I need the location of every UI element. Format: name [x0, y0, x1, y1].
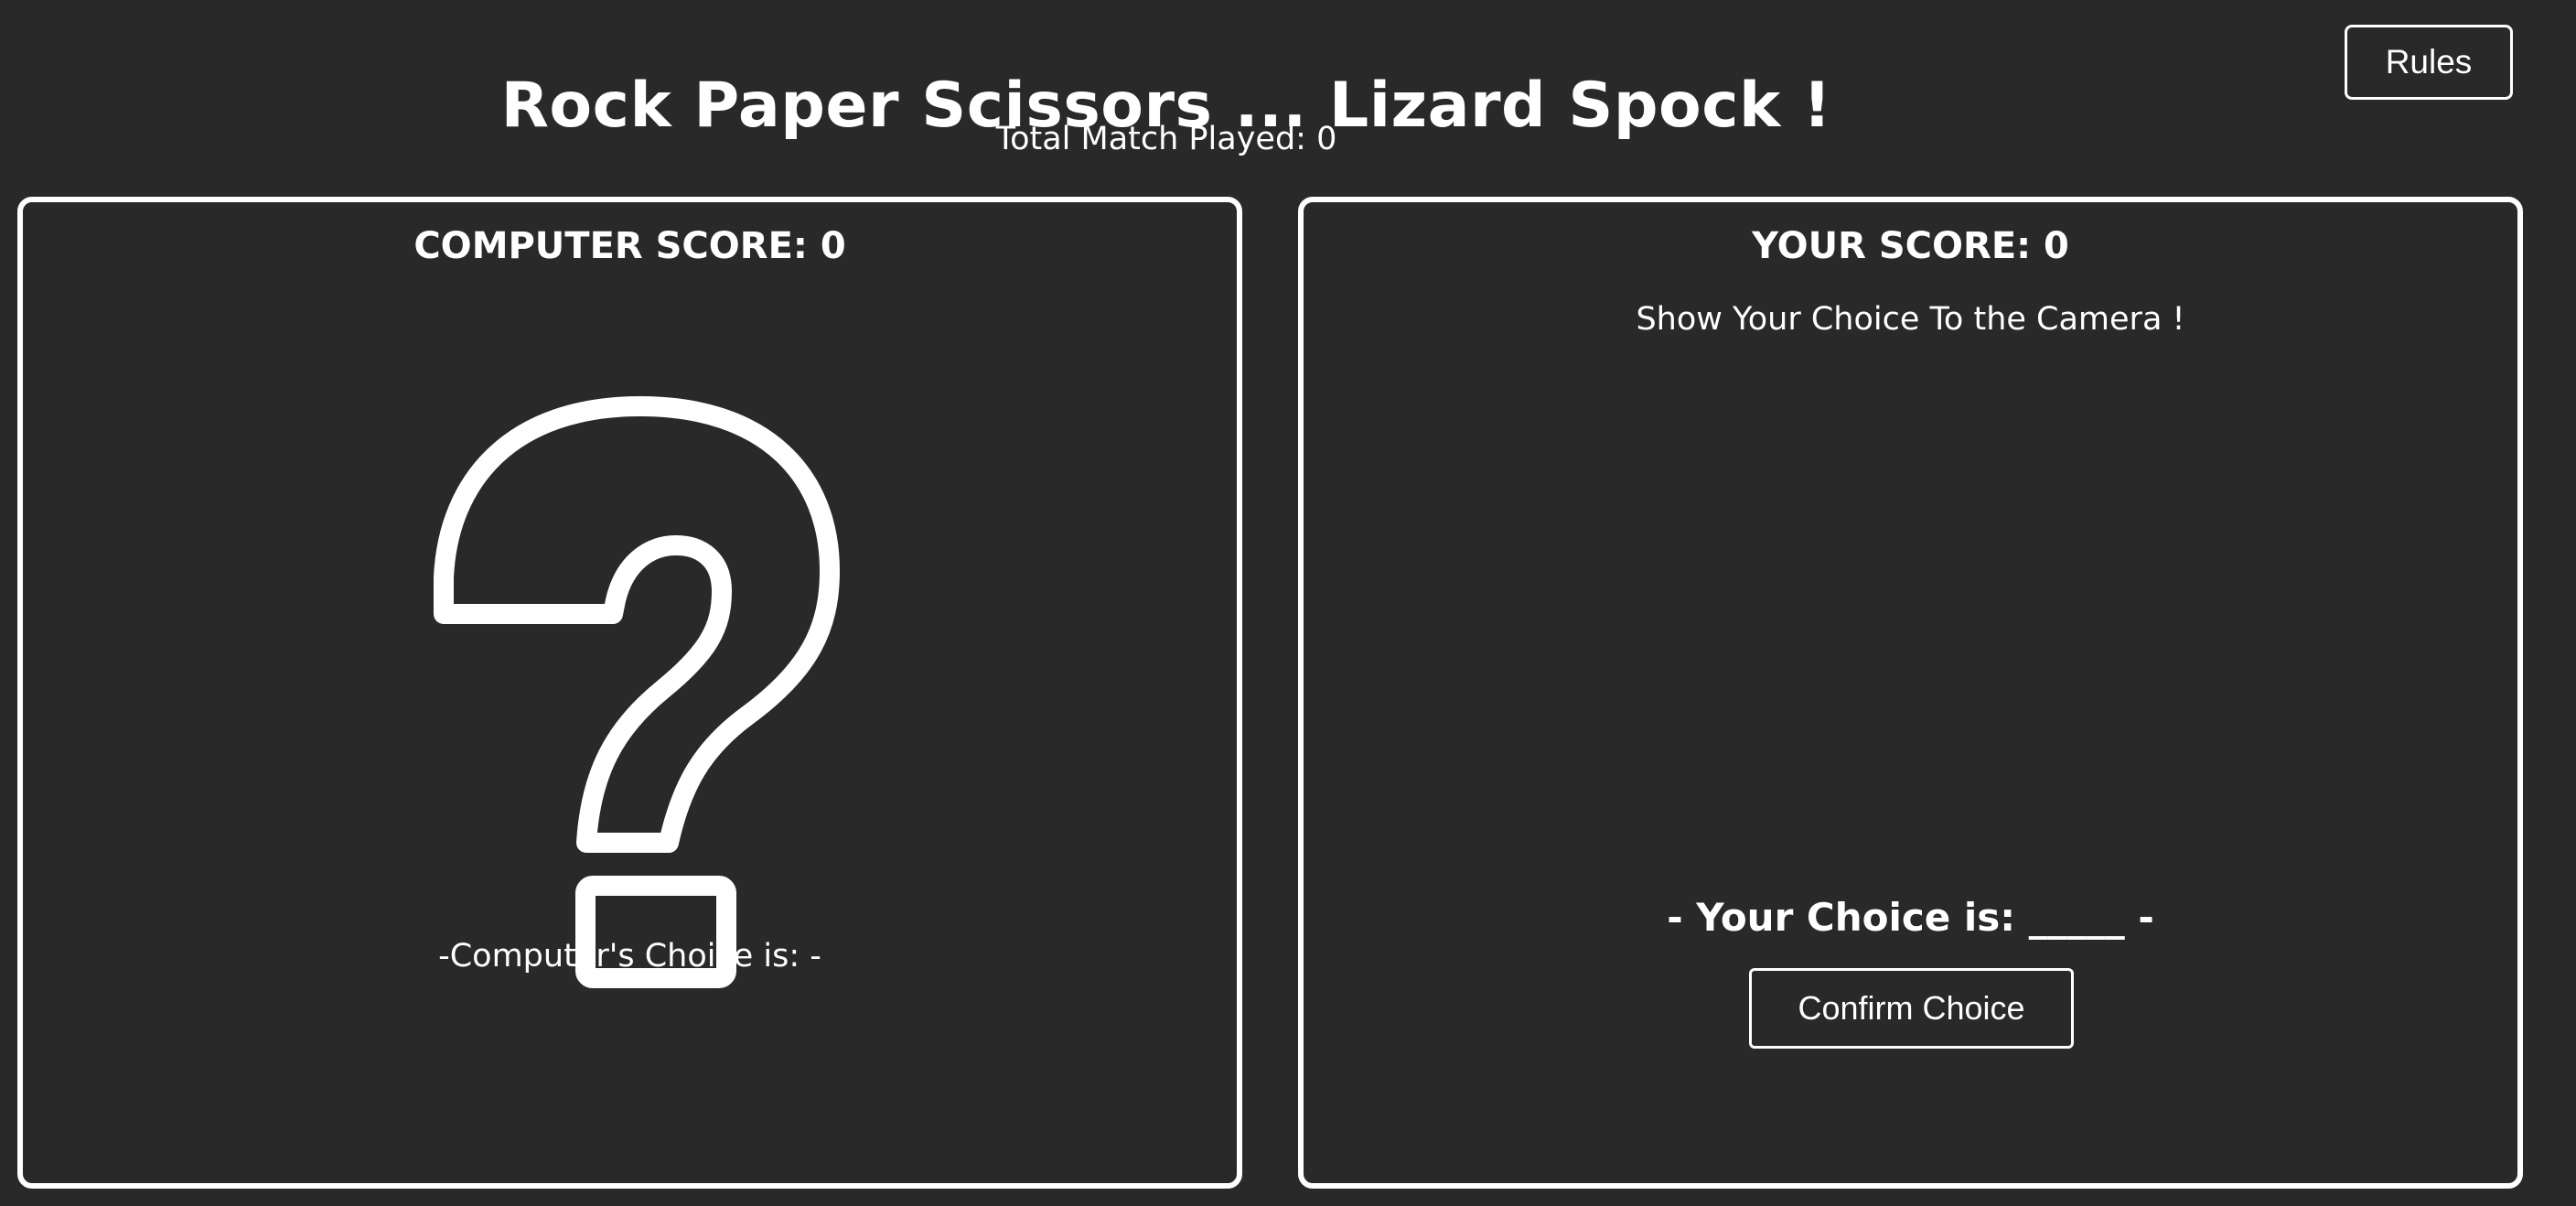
camera-instruction: Show Your Choice To the Camera ! — [1636, 301, 2185, 338]
player-score: YOUR SCORE: 0 — [1752, 225, 2069, 267]
player-panel: YOUR SCORE: 0 Show Your Choice To the Ca… — [1298, 197, 2523, 1189]
total-matches-played: Total Match Played: 0 — [995, 121, 1337, 157]
computer-score: COMPUTER SCORE: 0 — [413, 225, 846, 267]
computer-choice-text: -Computer's Choice is: - — [438, 938, 821, 974]
question-mark-icon — [434, 396, 840, 988]
game-page: Rock Paper Scissors ... Lizard Spock ! T… — [0, 0, 2576, 1206]
confirm-choice-button[interactable]: Confirm Choice — [1749, 968, 2074, 1049]
player-choice-text: - Your Choice is: _____ - — [1667, 895, 2154, 940]
computer-panel: COMPUTER SCORE: 0 -Computer's Choice is:… — [17, 197, 1242, 1189]
camera-feed-area — [1358, 358, 2463, 870]
rules-button[interactable]: Rules — [2345, 25, 2513, 100]
